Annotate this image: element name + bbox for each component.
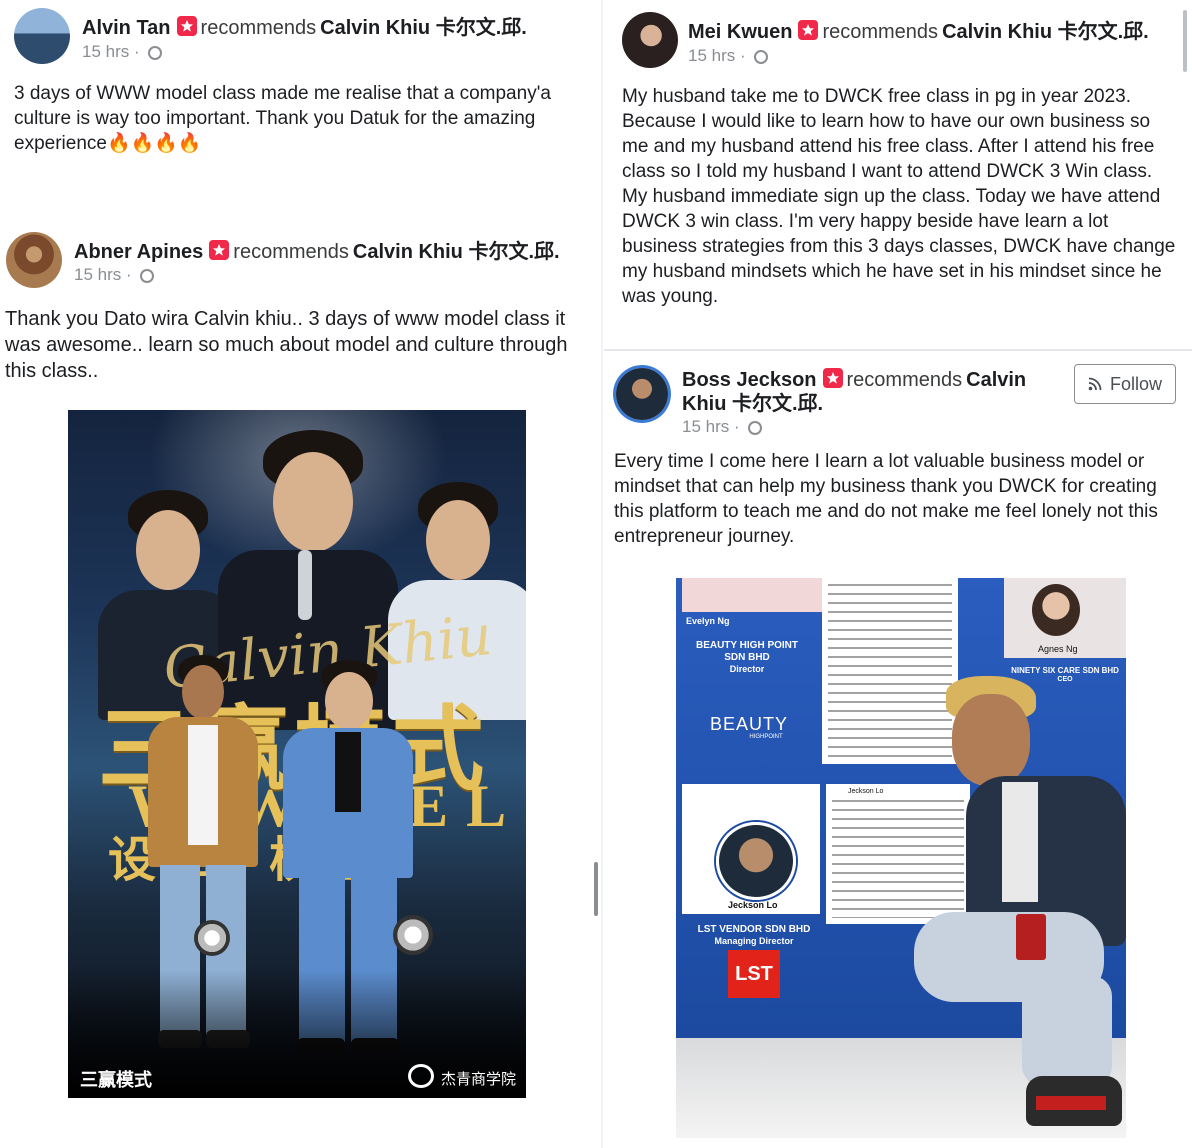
card-company: NINETY SIX CARE SDN BHD: [1011, 666, 1119, 675]
brand-sub: HIGHPOINT: [749, 734, 783, 740]
follow-button[interactable]: Follow: [1074, 364, 1176, 404]
post-header: Alvin Tan recommends Calvin Khiu 卡尔文.邱.: [82, 16, 527, 40]
time-text[interactable]: 15 hrs: [682, 417, 729, 436]
post-header: Abner Apines recommends Calvin Khiu 卡尔文.邱.: [74, 240, 560, 264]
rss-icon: [1088, 377, 1102, 391]
card-role: Director: [729, 664, 765, 674]
lst-logo: LST: [728, 950, 780, 998]
booth-photo[interactable]: Evelyn Ng BEAUTY HIGH POINT SDN BHD Dire…: [676, 578, 1126, 1138]
author-name[interactable]: Alvin Tan: [82, 17, 171, 39]
avatar[interactable]: [622, 12, 678, 68]
follow-label: Follow: [1109, 373, 1162, 394]
poster-footer-left: 三赢模式: [80, 1070, 152, 1091]
poster-photo[interactable]: Calvin Khiu 三赢模式 W W DEL 设 的 棋盘: [68, 410, 526, 1098]
verb-text: recommends: [846, 369, 963, 391]
time-text[interactable]: 15 hrs: [74, 265, 121, 284]
recommend-icon: [176, 16, 197, 36]
verb-text: recommends: [822, 21, 939, 43]
card-name: Evelyn Ng: [686, 616, 730, 626]
verb-text: recommends: [200, 17, 317, 39]
stage-spotlight: [194, 920, 230, 956]
card-name: Agnes Ng: [1038, 644, 1078, 654]
page-name[interactable]: Calvin: [966, 369, 1026, 391]
author-name[interactable]: Mei Kwuen: [688, 21, 792, 43]
time-text[interactable]: 15 hrs: [82, 42, 129, 61]
page-name[interactable]: Calvin Khiu 卡尔文.邱.: [320, 17, 527, 39]
post-text: 3 days of WWW model class made me realis…: [14, 83, 551, 154]
post-divider: [604, 349, 1192, 351]
left-column: Alvin Tan recommends Calvin Khiu 卡尔文.邱. 15…: [0, 0, 600, 1148]
page-name[interactable]: Calvin Khiu 卡尔文.邱.: [353, 241, 560, 263]
post-text: My husband take me to DWCK free class in…: [622, 86, 1176, 307]
post-time: 15 hrs ·: [688, 46, 769, 66]
globe-icon: [148, 46, 163, 60]
globe-icon: [748, 421, 763, 435]
card-photo: [716, 822, 796, 900]
avatar[interactable]: [6, 232, 62, 288]
page-name-cont[interactable]: Khiu 卡尔文.邱.: [682, 393, 823, 415]
post-header: Mei Kwuen recommends Calvin Khiu 卡尔文.邱.: [688, 20, 1149, 44]
time-text[interactable]: 15 hrs: [688, 46, 735, 65]
academy-logo-icon: [408, 1064, 434, 1088]
recommend-icon: [822, 368, 843, 388]
note-author: Jeckson Lo: [848, 788, 884, 795]
microphone: [298, 550, 312, 620]
stage-spotlight: [393, 915, 433, 955]
card-company: BEAUTY HIGH POINT SDN BHD: [695, 640, 799, 663]
globe-icon: [140, 269, 155, 283]
card-company: LST VENDOR SDN BHD: [697, 924, 811, 935]
avatar[interactable]: [14, 8, 70, 64]
card-photo: [1032, 584, 1080, 636]
page-name-line2[interactable]: Khiu 卡尔文.邱.: [682, 392, 823, 416]
card-name: Jeckson Lo: [728, 900, 778, 910]
profile-card: [682, 578, 822, 612]
brand-text: BEAUTY: [709, 714, 789, 734]
globe-icon: [754, 50, 769, 64]
avatar[interactable]: [616, 368, 668, 420]
poster-footer-right: 杰青商学院: [440, 1070, 516, 1088]
recommend-icon: [209, 240, 230, 260]
post-time: 15 hrs ·: [74, 265, 155, 285]
post-text: Thank you Dato wira Calvin khiu.. 3 days…: [5, 308, 568, 382]
column-divider: [601, 0, 603, 1148]
scrollbar[interactable]: [594, 862, 598, 916]
post-header: Boss Jeckson recommends Calvin: [682, 368, 1026, 392]
post-time: 15 hrs ·: [682, 417, 763, 437]
verb-text: recommends: [233, 241, 349, 263]
page-name[interactable]: Calvin Khiu 卡尔文.邱.: [942, 21, 1149, 43]
crouching-man: [906, 676, 1126, 1136]
author-name[interactable]: Boss Jeckson: [682, 369, 817, 391]
post-time: 15 hrs ·: [82, 42, 163, 62]
scrollbar[interactable]: [1183, 10, 1187, 72]
card-role: Managing Director: [714, 936, 794, 946]
post-text: Every time I come here I learn a lot val…: [614, 451, 1158, 547]
author-name[interactable]: Abner Apines: [74, 241, 203, 263]
recommend-icon: [798, 20, 819, 40]
